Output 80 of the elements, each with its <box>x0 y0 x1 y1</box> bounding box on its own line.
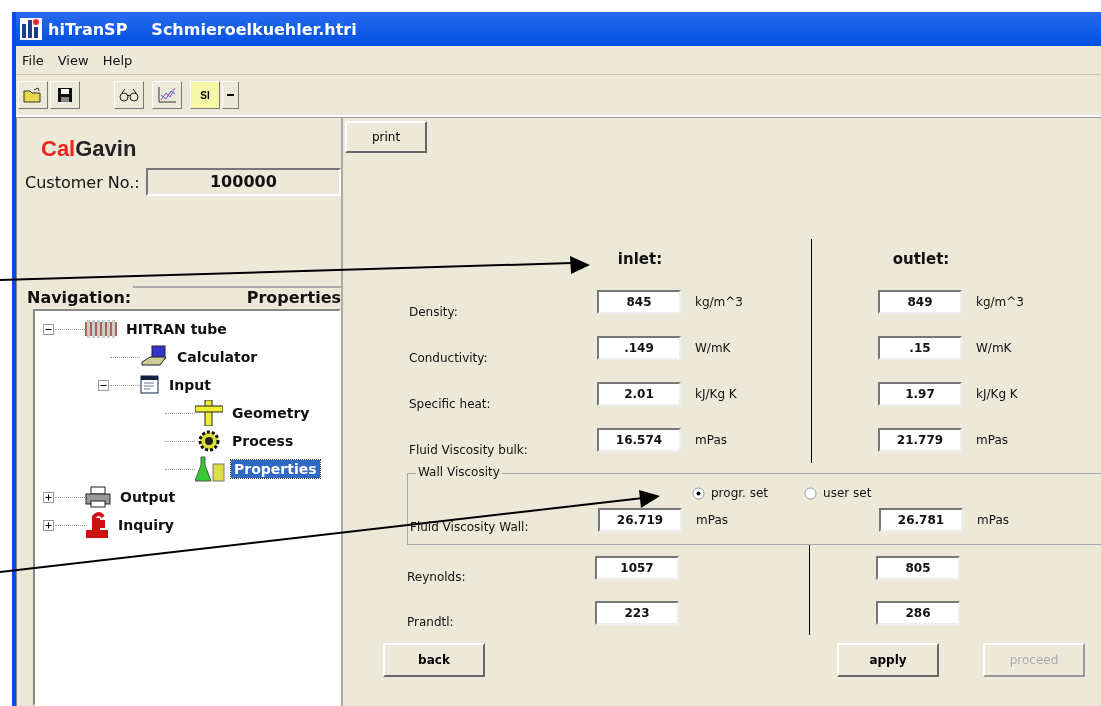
menu-item[interactable]: View <box>57 52 89 68</box>
collapse-icon[interactable] <box>43 323 54 335</box>
property-label: Fluid Viscosity Wall: <box>410 520 530 536</box>
navigation-field: Properties <box>133 286 341 307</box>
radio-label[interactable]: progr. set <box>711 486 769 500</box>
value-field[interactable]: 845 <box>597 290 681 314</box>
ruler-icon <box>195 400 223 426</box>
unit-label: kg/m^3 <box>975 295 1025 309</box>
property-label: Conductivity: <box>409 351 489 367</box>
tree-item[interactable]: Calculator <box>174 348 261 366</box>
customer-number-field: 100000 <box>145 168 341 196</box>
collapse-icon[interactable] <box>98 379 109 391</box>
units-button[interactable]: SI <box>190 81 220 109</box>
tree-item[interactable]: Output <box>117 488 179 506</box>
view-button[interactable] <box>114 81 144 109</box>
laptop-icon <box>140 345 168 369</box>
column-heading: inlet: <box>616 250 664 268</box>
unit-label: kJ/Kg K <box>975 387 1019 401</box>
column-heading: outlet: <box>891 250 951 268</box>
group-title: Wall Viscosity <box>416 465 502 479</box>
property-label: Fluid Viscosity bulk: <box>409 443 529 459</box>
unit-label: mPas <box>975 433 1009 447</box>
unit-label: kJ/Kg K <box>694 387 738 401</box>
company-logo: CalGavin <box>41 136 138 162</box>
line-chart-icon <box>157 86 177 104</box>
value-field[interactable]: 1.97 <box>878 382 962 406</box>
unit-label: mPas <box>695 513 729 527</box>
value-field[interactable]: 805 <box>876 555 960 580</box>
app-name: hiTranSP <box>48 19 128 39</box>
unit-label: W/mK <box>975 341 1013 355</box>
property-label: Specific heat: <box>409 397 492 413</box>
value-field[interactable]: 286 <box>876 600 960 625</box>
folder-icon <box>23 87 43 103</box>
radio-label[interactable]: user set <box>823 486 872 500</box>
value-field[interactable]: 2.01 <box>597 382 681 406</box>
property-label: Reynolds: <box>407 570 467 586</box>
unit-label: W/mK <box>694 341 732 355</box>
tree-item[interactable]: Properties <box>231 460 320 478</box>
dialog-button[interactable]: apply <box>837 643 939 677</box>
menu-item[interactable]: File <box>22 52 44 68</box>
value-field[interactable]: 16.574 <box>597 428 681 452</box>
value-field[interactable]: 223 <box>595 600 679 625</box>
print-button[interactable]: print <box>345 121 427 153</box>
units-dropdown-button[interactable] <box>222 81 239 109</box>
chart-button[interactable] <box>152 81 182 109</box>
dialog-button[interactable]: back <box>383 643 485 677</box>
tree-item[interactable]: Geometry <box>229 404 313 422</box>
unit-label: mPas <box>694 433 728 447</box>
glasses-icon <box>119 88 139 102</box>
value-field[interactable]: .15 <box>878 336 962 360</box>
tree-item[interactable]: Input <box>166 376 214 394</box>
property-label: Density: <box>409 305 459 321</box>
tree-item[interactable]: Process <box>229 432 297 450</box>
customer-label: Customer No.: <box>25 172 140 192</box>
open-button[interactable] <box>18 81 48 109</box>
radio-button[interactable] <box>804 486 818 500</box>
navigation-label: Navigation: <box>27 288 132 307</box>
value-field[interactable]: 26.781 <box>879 508 963 532</box>
unit-label: mPas <box>976 513 1010 527</box>
expand-icon[interactable] <box>43 491 54 503</box>
value-field[interactable]: 26.719 <box>598 508 682 532</box>
value-field[interactable]: 21.779 <box>878 428 962 452</box>
value-field[interactable]: 849 <box>878 290 962 314</box>
flask-icon <box>195 456 225 482</box>
tube-bundle-icon <box>85 319 117 339</box>
form-icon <box>140 375 160 395</box>
property-label: Prandtl: <box>407 615 455 631</box>
save-button[interactable] <box>50 81 80 109</box>
app-logo-icon <box>20 18 42 40</box>
menu-item[interactable]: Help <box>102 52 133 68</box>
window-title: Schmieroelkuehler.htri <box>151 19 357 39</box>
pound-sign-icon <box>85 512 109 538</box>
radio-button[interactable] <box>692 486 705 500</box>
value-field[interactable]: 1057 <box>595 555 679 580</box>
value-field[interactable]: .149 <box>597 336 681 360</box>
unit-label: kg/m^3 <box>694 295 744 309</box>
tree-item[interactable]: HITRAN tube <box>123 320 230 338</box>
caret-icon <box>227 93 234 97</box>
expand-icon[interactable] <box>43 519 54 531</box>
tree-item[interactable]: Inquiry <box>115 516 177 534</box>
